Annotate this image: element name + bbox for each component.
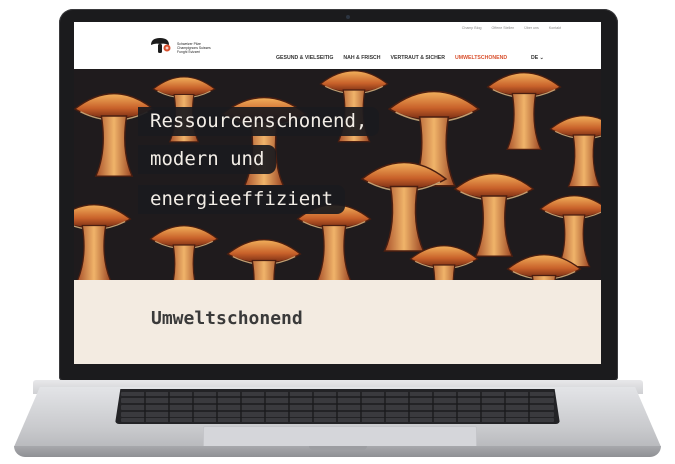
content-section: Umweltschonend — [74, 280, 601, 364]
nav-item-nah[interactable]: NAH & FRISCH — [343, 55, 380, 61]
nav-item-umweltschonend[interactable]: UMWELTSCHONEND — [455, 55, 507, 61]
logo-line: Funghi Svizzeri — [177, 50, 201, 55]
utility-link-about[interactable]: Über uns — [524, 26, 539, 30]
hero-headline-line-3: energieeffizient — [138, 185, 346, 214]
hero-banner: Ressourcenschonend, modern und energieef… — [74, 69, 601, 280]
laptop-screen: Champ Blog Offene Stellen Über uns Konta… — [74, 22, 601, 364]
logo-text: Schweizer Pilze Champignons Suisses Fung… — [177, 42, 237, 55]
hero-headline-line-1: Ressourcenschonend, — [138, 107, 380, 136]
keyboard — [115, 389, 560, 424]
hero-headline-line-2: modern und — [138, 145, 277, 174]
utility-link-contact[interactable]: Kontakt — [549, 26, 561, 30]
nav-item-gesund[interactable]: GESUND & VIELSEITIG — [276, 55, 333, 61]
main-nav: GESUND & VIELSEITIG NAH & FRISCH VERTRAU… — [276, 55, 507, 61]
utility-link-blog[interactable]: Champ Blog — [462, 26, 482, 30]
laptop-notch — [309, 446, 367, 450]
mushroom-pattern-image — [74, 69, 601, 280]
utility-nav: Champ Blog Offene Stellen Über uns Konta… — [462, 26, 561, 30]
section-title: Umweltschonend — [151, 308, 303, 329]
camera-icon — [346, 15, 350, 19]
keyboard-keys-icon — [121, 392, 554, 422]
nav-item-vertraut[interactable]: VERTRAUT & SICHER — [391, 55, 445, 61]
language-selector[interactable]: DE ⌄ — [531, 55, 544, 61]
mushroom-logo-icon[interactable] — [150, 37, 172, 55]
site-header: Champ Blog Offene Stellen Über uns Konta… — [74, 22, 601, 70]
utility-link-jobs[interactable]: Offene Stellen — [492, 26, 515, 30]
